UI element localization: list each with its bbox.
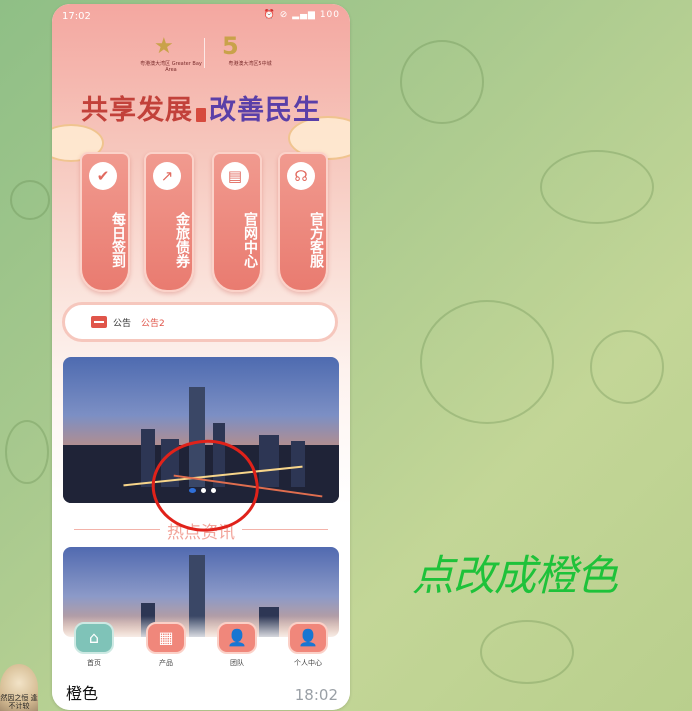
message-text: 橙色 — [66, 684, 99, 703]
nav-home[interactable]: ⌂ 首页 — [66, 618, 122, 672]
nav-team[interactable]: 👤 团队 — [209, 618, 265, 672]
background-doodle — [400, 40, 484, 124]
header-logos: ★ 粤港澳大湾区 Greater Bay Area 5 粤港澳大湾区5中城 — [140, 32, 290, 76]
slogan-left: 共享发展 — [81, 95, 193, 126]
slogan-right: 改善民生 — [209, 95, 321, 126]
background-doodle — [420, 300, 554, 424]
phone-screenshot: 17:02 ⏰ ⊘ ▂▄▆ 100 ★ 粤港澳大湾区 Greater Bay A… — [52, 4, 350, 710]
feature-official-site[interactable]: ▤ 官网中心 — [212, 152, 262, 292]
app-home-screen: 17:02 ⏰ ⊘ ▂▄▆ 100 ★ 粤港澳大湾区 Greater Bay A… — [52, 4, 350, 672]
logo-right-text: 粤港澳大湾区5中城 — [228, 61, 272, 67]
chat-message-footer: 橙色 18:02 — [52, 672, 350, 710]
message-time: 18:02 — [294, 686, 338, 704]
bottom-nav: ⌂ 首页 ▦ 产品 👤 团队 👤 个人中心 — [52, 616, 350, 672]
number-five-logo-icon: 5 — [222, 32, 239, 60]
annotation-text: 点改成橙色 — [412, 551, 618, 600]
star-logo-icon: ★ — [154, 34, 174, 59]
background-doodle — [540, 150, 654, 224]
announcement-icon — [91, 316, 107, 328]
feature-label: 金旅债券 — [174, 212, 190, 268]
feature-customer-service[interactable]: ☊ 官方客服 — [278, 152, 328, 292]
nav-products[interactable]: ▦ 产品 — [138, 618, 194, 672]
home-icon: ⌂ — [74, 622, 114, 654]
building — [291, 441, 305, 487]
notice-label: 公告 — [113, 319, 132, 329]
partner-logo: 5 粤港澳大湾区5中城 — [210, 32, 290, 72]
background-doodle — [5, 420, 49, 484]
slogan: 共享发展 改善民生 — [52, 88, 350, 127]
logo-left-text: 粤港澳大湾区 Greater Bay Area — [140, 61, 202, 73]
user-icon: 👤 — [288, 622, 328, 654]
feature-daily-checkin[interactable]: ✔ 每日签到 — [80, 152, 130, 292]
building-icon: ▤ — [221, 162, 249, 190]
avatar[interactable]: 然因之恒 逢不计较 — [0, 664, 38, 711]
greater-bay-area-logo: ★ 粤港澳大湾区 Greater Bay Area — [140, 34, 202, 74]
feature-label: 每日签到 — [110, 212, 126, 268]
nav-label: 产品 — [159, 659, 173, 667]
notice-bar[interactable]: 公告 公告2 — [62, 302, 338, 342]
status-time: 17:02 — [62, 11, 91, 22]
status-bar: 17:02 ⏰ ⊘ ▂▄▆ 100 — [52, 4, 350, 26]
feature-label: 官方客服 — [308, 212, 324, 268]
nav-label: 首页 — [87, 659, 101, 667]
feature-bonds[interactable]: ↗ 金旅债券 — [144, 152, 194, 292]
feature-label: 官网中心 — [242, 212, 258, 268]
background-doodle — [480, 620, 574, 684]
logo-divider — [204, 38, 205, 68]
calendar-check-icon: ✔ — [89, 162, 117, 190]
building — [259, 435, 279, 487]
avatar-caption: 然因之恒 逢不计较 — [0, 694, 38, 710]
nav-profile[interactable]: 👤 个人中心 — [280, 618, 336, 672]
team-icon: 👤 — [217, 622, 257, 654]
background-doodle — [590, 330, 664, 404]
chart-trend-icon: ↗ — [153, 162, 181, 190]
nav-label: 团队 — [230, 659, 244, 667]
status-icons: ⏰ ⊘ ▂▄▆ 100 — [263, 10, 340, 20]
notice-text[interactable]: 公告2 — [141, 316, 165, 329]
grid-icon: ▦ — [146, 622, 186, 654]
seal-icon — [196, 107, 206, 122]
headset-icon: ☊ — [287, 162, 315, 190]
nav-label: 个人中心 — [294, 659, 322, 667]
background-doodle — [10, 180, 50, 220]
